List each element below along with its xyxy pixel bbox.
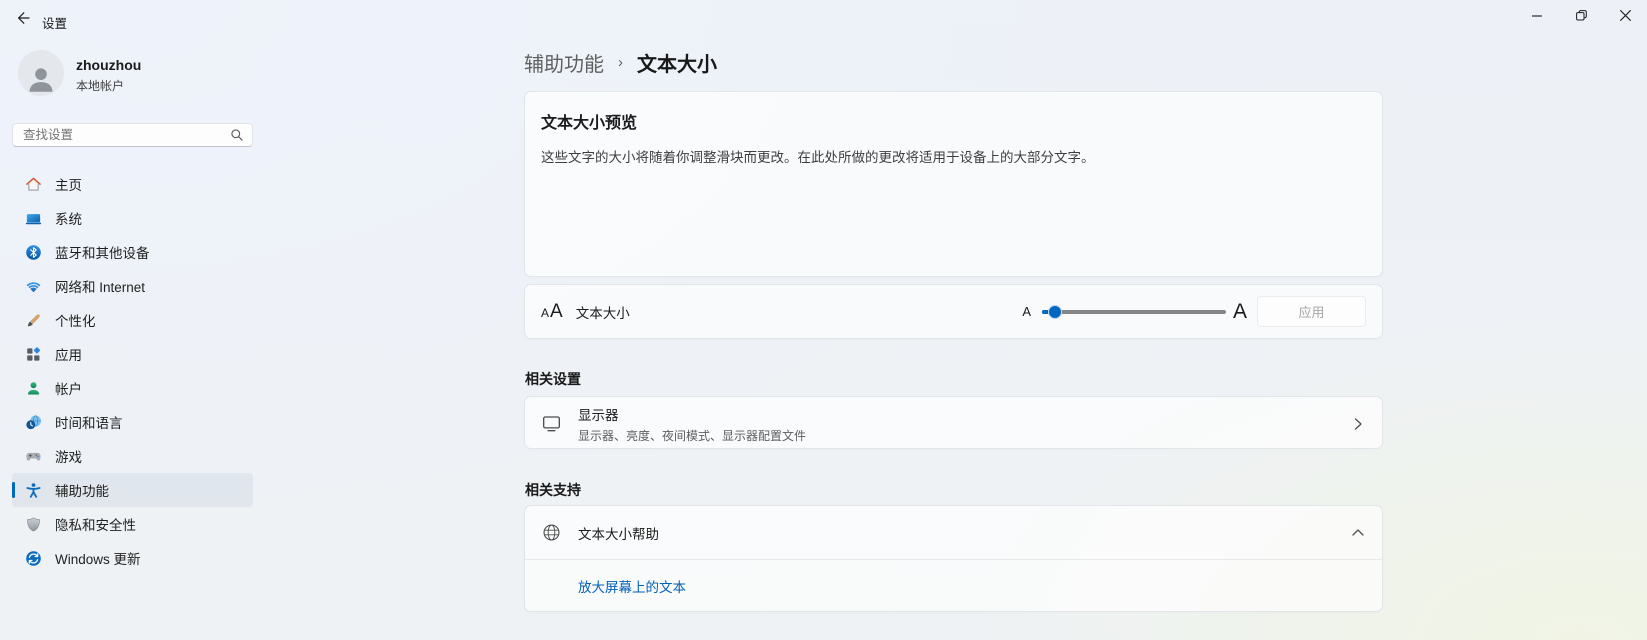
preview-description: 这些文字的大小将随着你调整滑块而更改。在此处所做的更改将适用于设备上的大部分文字… [541, 150, 1095, 165]
help-card: 文本大小帮助 放大屏幕上的文本 [524, 505, 1383, 612]
sidebar-item-label: 隐私和安全性 [55, 518, 136, 533]
network-icon [25, 278, 42, 295]
sidebar-item-gaming[interactable]: 游戏 [12, 439, 253, 473]
back-arrow-icon [15, 10, 31, 31]
accounts-icon [25, 380, 42, 397]
breadcrumb-separator-icon: › [618, 54, 623, 71]
account-type: 本地帐户 [76, 79, 125, 93]
slider-thumb[interactable] [1047, 304, 1062, 319]
account-name: zhouzhou [76, 57, 142, 73]
search-icon [230, 128, 244, 142]
sidebar-item-system[interactable]: 系统 [12, 201, 253, 235]
privacy-icon [25, 516, 42, 533]
sidebar-item-label: 蓝牙和其他设备 [55, 246, 150, 261]
display-settings-row[interactable]: 显示器 显示器、亮度、夜间模式、显示器配置文件 [525, 397, 1382, 450]
help-link-row: 放大屏幕上的文本 [525, 560, 1382, 612]
slider-min-label: A [1022, 304, 1031, 319]
preview-title: 文本大小预览 [541, 115, 638, 132]
slider-max-label: A [1232, 299, 1247, 323]
apps-icon [25, 346, 42, 363]
text-size-preview-card: 文本大小预览 这些文字的大小将随着你调整滑块而更改。在此处所做的更改将适用于设备… [524, 91, 1383, 277]
home-icon [25, 176, 42, 193]
help-row-title: 文本大小帮助 [578, 526, 659, 542]
sidebar-item-label: 系统 [55, 212, 82, 227]
restore-button[interactable] [1559, 0, 1603, 36]
search-box[interactable] [12, 123, 253, 147]
minimize-button[interactable] [1515, 0, 1559, 36]
sidebar-nav: 主页 系统 蓝牙和其他设备 网络和 Internet 个性化 应用 帐户 时间和… [12, 167, 253, 575]
system-icon [25, 210, 42, 227]
globe-help-icon [541, 522, 562, 543]
text-size-icon: AA [541, 300, 563, 322]
text-size-slider[interactable] [1041, 302, 1226, 322]
sidebar-item-privacy[interactable]: 隐私和安全性 [12, 507, 253, 541]
restore-icon [1575, 9, 1588, 27]
text-size-help-row[interactable]: 文本大小帮助 [525, 506, 1382, 559]
related-support-header: 相关支持 [525, 482, 581, 498]
sidebar-item-windows-update[interactable]: Windows 更新 [12, 541, 253, 575]
time-language-icon [25, 414, 42, 431]
breadcrumb: 辅助功能 › 文本大小 [524, 48, 717, 77]
person-icon [29, 68, 53, 92]
chevron-right-icon [1350, 416, 1366, 432]
accessibility-icon [25, 482, 42, 499]
sidebar-item-label: 游戏 [55, 450, 82, 465]
text-size-setting-row: AA 文本大小 A A 应用 [524, 284, 1383, 339]
sidebar-item-label: 帐户 [55, 382, 82, 397]
sidebar-item-bluetooth[interactable]: 蓝牙和其他设备 [12, 235, 253, 269]
sidebar-item-label: 时间和语言 [55, 416, 123, 431]
sidebar: zhouzhou 本地帐户 主页 系统 蓝牙和其他设备 网络和 Internet… [0, 40, 280, 640]
display-row-subtitle: 显示器、亮度、夜间模式、显示器配置文件 [578, 428, 807, 443]
sidebar-item-home[interactable]: 主页 [12, 167, 253, 201]
display-row-title: 显示器 [578, 407, 619, 423]
slider-track[interactable] [1041, 309, 1226, 314]
apply-button[interactable]: 应用 [1257, 296, 1366, 327]
app-title: 设置 [42, 17, 68, 31]
enlarge-text-link[interactable]: 放大屏幕上的文本 [578, 576, 686, 596]
personalization-icon [25, 312, 42, 329]
text-size-label: 文本大小 [575, 305, 630, 321]
sidebar-item-label: 个性化 [55, 314, 96, 329]
gaming-icon [25, 448, 42, 465]
window-controls [1515, 0, 1647, 36]
sidebar-item-accounts[interactable]: 帐户 [12, 371, 253, 405]
avatar [18, 50, 64, 96]
bluetooth-icon [25, 244, 42, 261]
search-input[interactable] [23, 128, 230, 142]
sidebar-item-network[interactable]: 网络和 Internet [12, 269, 253, 303]
chevron-up-icon [1350, 525, 1366, 541]
display-settings-card: 显示器 显示器、亮度、夜间模式、显示器配置文件 [524, 396, 1383, 449]
sidebar-item-label: Windows 更新 [55, 552, 141, 567]
sidebar-item-apps[interactable]: 应用 [12, 337, 253, 371]
related-settings-header: 相关设置 [525, 371, 581, 387]
minimize-icon [1531, 9, 1543, 27]
sidebar-item-label: 应用 [55, 348, 82, 363]
titlebar: 设置 [0, 0, 1647, 40]
sidebar-item-label: 主页 [55, 178, 82, 193]
close-icon [1619, 9, 1632, 27]
breadcrumb-parent[interactable]: 辅助功能 [524, 48, 604, 77]
back-button[interactable] [8, 7, 38, 33]
page-title: 文本大小 [637, 54, 717, 76]
windows-update-icon [25, 550, 42, 567]
monitor-icon [541, 413, 562, 434]
sidebar-item-time-language[interactable]: 时间和语言 [12, 405, 253, 439]
sidebar-item-personalization[interactable]: 个性化 [12, 303, 253, 337]
sidebar-item-label: 辅助功能 [55, 484, 109, 499]
close-button[interactable] [1603, 0, 1647, 36]
sidebar-item-accessibility[interactable]: 辅助功能 [12, 473, 253, 507]
sidebar-item-label: 网络和 Internet [55, 280, 146, 295]
